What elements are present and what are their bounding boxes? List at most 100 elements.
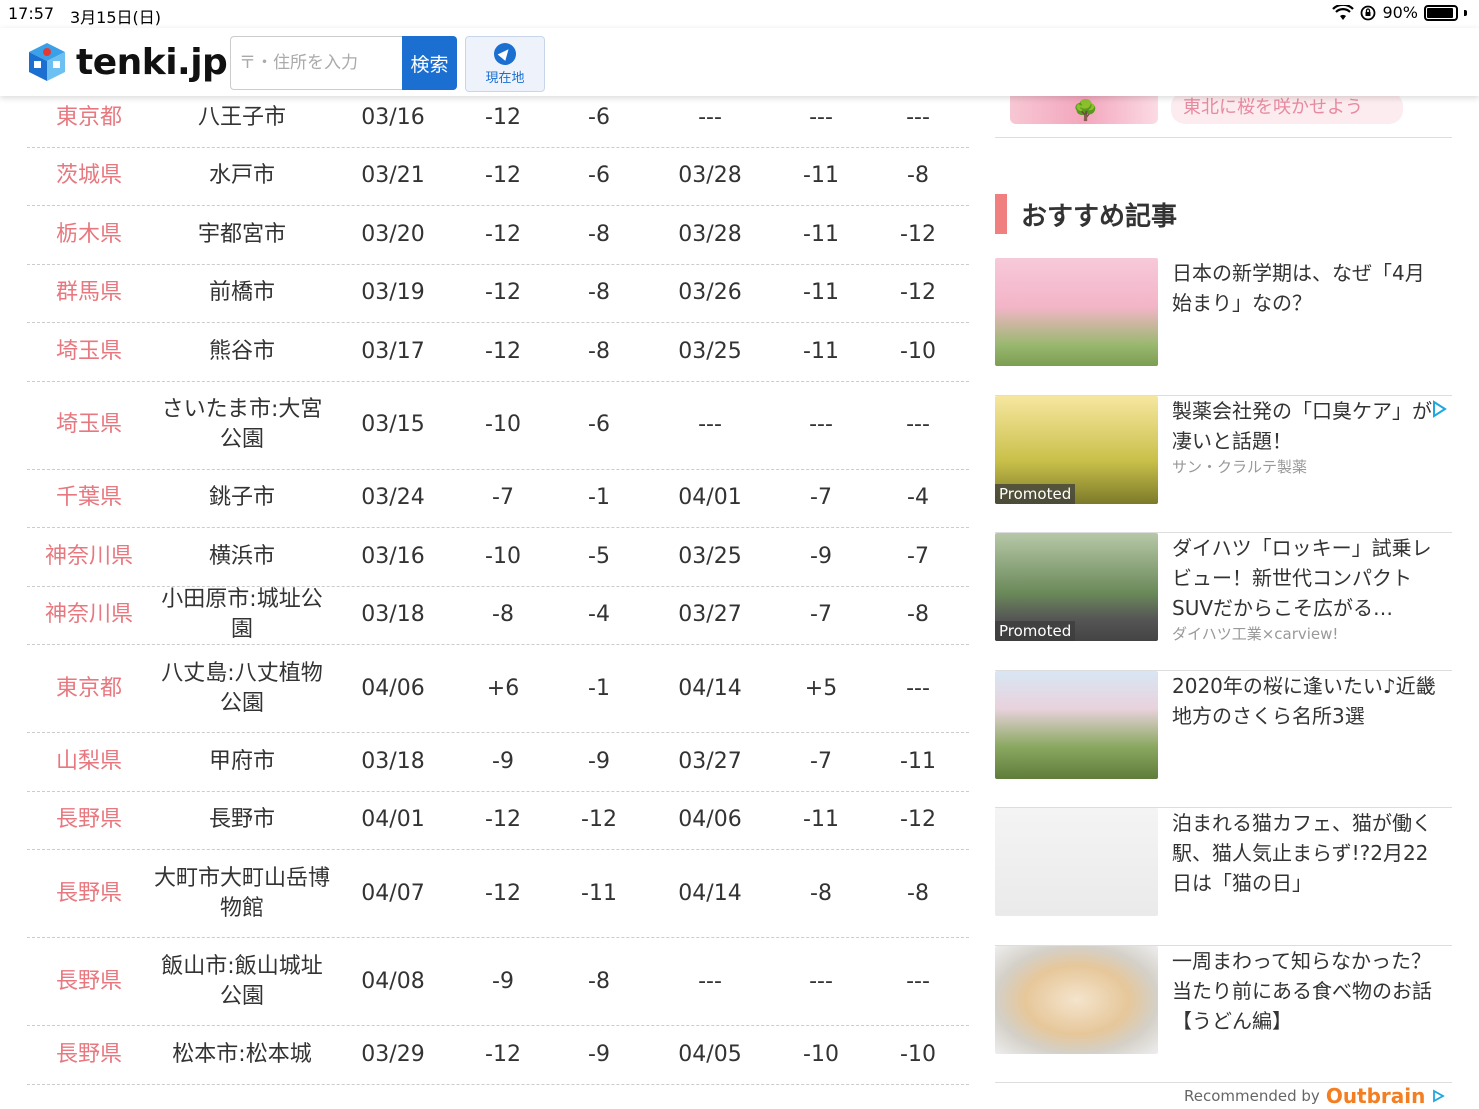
- table-cell-n3: ---: [809, 412, 833, 437]
- table-cell-n3: -7: [810, 602, 832, 628]
- battery-tip: [1464, 9, 1467, 16]
- table-cell-city: 八王子市: [197, 104, 286, 130]
- article-title: 日本の新学期は、なぜ「4月始まり」なの？: [1172, 261, 1425, 315]
- table-cell-n2: -1: [588, 675, 610, 701]
- table-cell-n1: -10: [485, 543, 521, 569]
- table-cell-n1: -12: [485, 104, 521, 130]
- ad-choice-icon: [1433, 1089, 1446, 1103]
- table-cell-city: 小田原市:城址公園: [161, 587, 323, 643]
- table-cell-pref[interactable]: 長野県: [27, 1040, 151, 1070]
- logo[interactable]: tenki.jp: [26, 41, 228, 83]
- table-cell-d1: 04/07: [361, 880, 425, 906]
- article-item[interactable]: 泊まれる猫カフェ、猫が働く駅、猫人気止まらず!?2月22日は「猫の日」: [995, 808, 1452, 946]
- table-cell-pref[interactable]: 埼玉県: [27, 410, 151, 440]
- table-cell-n3: -7: [810, 748, 832, 774]
- table-cell-n4: -8: [907, 163, 929, 189]
- table-cell-n2: -8: [588, 221, 610, 247]
- table-cell-n2: -1: [588, 485, 610, 511]
- table-cell-d2: 03/25: [678, 543, 742, 569]
- table-row: 山梨県 甲府市 03/18 -9 -9 03/27 -7 -11: [27, 733, 969, 792]
- table-cell-d2: 03/26: [678, 280, 742, 306]
- table-cell-n3: -11: [803, 221, 839, 247]
- article-source: サン・クラルテ製薬: [1172, 457, 1308, 476]
- table-cell-n2: -8: [588, 280, 610, 306]
- table-cell-n1: -10: [485, 412, 521, 437]
- table-cell-n4: -8: [907, 880, 929, 906]
- table-cell-pref[interactable]: 東京都: [27, 674, 151, 704]
- table-cell-n1: -7: [492, 485, 514, 511]
- table-cell-pref[interactable]: 長野県: [27, 879, 151, 909]
- table-cell-n1: -8: [492, 602, 514, 628]
- article-item[interactable]: 日本の新学期は、なぜ「4月始まり」なの？: [995, 258, 1452, 396]
- table-cell-n4: -12: [900, 280, 936, 306]
- section-title: おすすめ記事: [995, 194, 1452, 234]
- sakura-banner[interactable]: 🌳 東北に桜を咲かせよう: [995, 90, 1452, 138]
- sakura-forecast-table: 東京都 八王子市 03/16 -12 -6 --- --- --- 茨城県 水戸市 03/21 -12…: [27, 89, 969, 1085]
- article-item[interactable]: 一周まわって知らなかった？当たり前にある食べ物のお話【うどん編】: [995, 945, 1452, 1083]
- banner-text: 東北に桜を咲かせよう: [1171, 92, 1403, 124]
- search-button[interactable]: 検索: [402, 36, 457, 90]
- table-cell-pref[interactable]: 千葉県: [27, 483, 151, 513]
- table-cell-pref[interactable]: 山梨県: [27, 747, 151, 777]
- search-input[interactable]: [230, 36, 402, 90]
- table-row: 長野県 大町市大町山岳博物館 04/07 -12 -11 04/14 -8 -8: [27, 850, 969, 938]
- table-cell-pref[interactable]: 群馬県: [27, 278, 151, 308]
- ad-choice-icon[interactable]: [1430, 399, 1448, 418]
- table-cell-d1: 03/17: [361, 338, 425, 364]
- table-cell-d2: 04/14: [678, 880, 742, 906]
- table-cell-n1: -9: [492, 748, 514, 774]
- table-cell-city: 横浜市: [208, 543, 275, 569]
- article-thumbnail: [995, 808, 1158, 916]
- recommended-by[interactable]: Recommended by Outbrain: [1184, 1084, 1446, 1108]
- article-item[interactable]: Promoted 製薬会社発の「口臭ケア」が凄いと話題！ サン・クラルテ製薬: [995, 395, 1452, 533]
- battery-percent: 90%: [1382, 3, 1418, 22]
- article-text: 一周まわって知らなかった？当たり前にある食べ物のお話【うどん編】: [1172, 946, 1442, 1083]
- table-cell-n1: +6: [486, 675, 520, 701]
- table-row: 群馬県 前橋市 03/19 -12 -8 03/26 -11 -12: [27, 265, 969, 323]
- table-row: 埼玉県 熊谷市 03/17 -12 -8 03/25 -11 -10: [27, 323, 969, 382]
- article-thumbnail: [995, 258, 1158, 366]
- article-text: 日本の新学期は、なぜ「4月始まり」なの？: [1172, 258, 1442, 395]
- article-item[interactable]: Promoted ダイハツ「ロッキー」試乗レビュー！新世代コンパクトSUVだからこ…: [995, 533, 1452, 671]
- outbrain-logo: Outbrain: [1325, 1084, 1426, 1108]
- table-cell-n2: -6: [588, 104, 610, 130]
- table-cell-n3: -11: [803, 163, 839, 189]
- table-cell-pref[interactable]: 神奈川県: [27, 600, 151, 630]
- table-cell-n1: -9: [492, 968, 514, 994]
- table-cell-n3: +5: [804, 675, 838, 701]
- table-cell-city: 飯山市:飯山城址公園: [161, 953, 323, 1009]
- current-location-button[interactable]: 現在地: [465, 36, 545, 92]
- table-cell-pref[interactable]: 長野県: [27, 805, 151, 835]
- table-cell-n4: -12: [900, 807, 936, 833]
- table-cell-n2: -5: [588, 543, 610, 569]
- tenki-cube-icon: [29, 43, 65, 81]
- table-cell-pref[interactable]: 埼玉県: [27, 337, 151, 367]
- table-cell-d2: 03/28: [678, 163, 742, 189]
- site-header: tenki.jp 検索 現在地: [0, 28, 1479, 96]
- table-cell-n2: -8: [588, 968, 610, 994]
- table-cell-city: 甲府市: [208, 748, 275, 774]
- table-cell-pref[interactable]: 茨城県: [27, 161, 151, 191]
- table-cell-city: 大町市大町山岳博物館: [153, 865, 330, 921]
- current-location-label: 現在地: [485, 70, 525, 86]
- article-item[interactable]: 2020年の桜に逢いたい♪近畿地方のさくら名所3選: [995, 670, 1452, 808]
- table-cell-pref[interactable]: 栃木県: [27, 220, 151, 250]
- table-cell-pref[interactable]: 東京都: [27, 103, 151, 133]
- table-row: 東京都 八丈島:八丈植物公園 04/06 +6 -1 04/14 +5 ---: [27, 645, 969, 733]
- table-cell-d2: 03/28: [678, 221, 742, 247]
- table-cell-n3: -9: [810, 543, 832, 569]
- table-cell-pref[interactable]: 長野県: [27, 967, 151, 997]
- table-cell-n1: -12: [485, 880, 521, 906]
- article-thumbnail: [995, 945, 1158, 1054]
- battery-icon: [1424, 4, 1458, 21]
- table-cell-d2: ---: [698, 968, 722, 994]
- table-cell-n4: -10: [900, 338, 936, 364]
- table-cell-n4: -8: [907, 602, 929, 628]
- table-row: 茨城県 水戸市 03/21 -12 -6 03/28 -11 -8: [27, 148, 969, 206]
- orientation-lock-icon: [1361, 5, 1376, 20]
- table-cell-pref[interactable]: 神奈川県: [27, 542, 151, 572]
- logo-text: tenki.jp: [76, 41, 228, 83]
- table-cell-n4: -4: [907, 485, 929, 511]
- article-text: ダイハツ「ロッキー」試乗レビュー！新世代コンパクトSUVだからこそ広がる… ダイハ…: [1172, 533, 1442, 670]
- table-cell-d2: 03/27: [678, 748, 742, 774]
